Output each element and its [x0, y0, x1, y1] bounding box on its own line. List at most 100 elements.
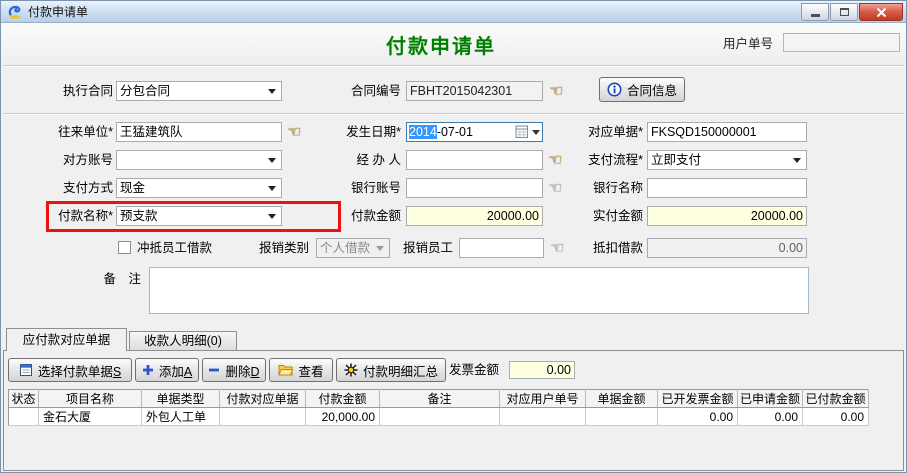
- column-header[interactable]: 单据金额: [586, 390, 658, 408]
- partner-field[interactable]: 王猛建筑队: [116, 122, 282, 142]
- reimburse-emp-field[interactable]: [459, 238, 544, 258]
- notepad-icon: [19, 363, 33, 377]
- bank-account-field[interactable]: [406, 178, 543, 198]
- folder-icon: [278, 364, 293, 376]
- reimburse-emp-label: 报销员工: [401, 238, 453, 258]
- reimburse-type-label: 报销类别: [241, 238, 309, 258]
- minus-icon: [208, 364, 220, 376]
- window-title: 付款申请单: [28, 3, 88, 20]
- handler-field[interactable]: [406, 150, 543, 170]
- actual-amount-label: 实付金额: [573, 206, 643, 226]
- ref-doc-field[interactable]: FKSQD150000001: [647, 122, 807, 142]
- chevron-down-icon: [268, 214, 276, 219]
- column-header[interactable]: 备注: [380, 390, 500, 408]
- column-header[interactable]: 状态: [9, 390, 39, 408]
- pay-method-value: 现金: [120, 181, 145, 195]
- button-label: 删除D: [225, 361, 259, 380]
- partner-account-select[interactable]: [116, 150, 282, 170]
- date-label: 发生日期*: [319, 122, 401, 142]
- date-year-selected: 2014: [409, 125, 437, 139]
- contract-no-field[interactable]: FBHT2015042301: [406, 81, 543, 101]
- handler-label: 经 办 人: [319, 150, 401, 170]
- pay-method-select[interactable]: 现金: [116, 178, 282, 198]
- page-title: 付款申请单: [301, 30, 581, 59]
- remark-label: 备 注: [41, 269, 141, 289]
- pay-name-label: 付款名称*: [19, 206, 113, 226]
- ref-doc-label: 对应单据*: [573, 122, 643, 142]
- tab-payee-detail[interactable]: 收款人明细(0): [129, 331, 237, 351]
- chevron-down-icon: [268, 186, 276, 191]
- deduct-loan-field: 0.00: [647, 238, 807, 258]
- separator: [3, 113, 904, 115]
- pay-flow-value: 立即支付: [651, 153, 701, 167]
- remark-textarea[interactable]: [149, 267, 809, 314]
- picker-hand-icon[interactable]: ☜: [287, 123, 305, 143]
- form-body: 付款申请单 用户单号 执行合同 分包合同 合同编号 FBHT2015042301…: [1, 23, 906, 473]
- chevron-down-icon: [793, 158, 801, 163]
- add-button[interactable]: 添加A: [135, 358, 199, 382]
- invoice-amount-field: 0.00: [509, 361, 575, 379]
- column-header[interactable]: 已开发票金额: [658, 390, 738, 408]
- exec-contract-label: 执行合同: [19, 81, 113, 101]
- close-button[interactable]: [859, 3, 903, 21]
- maximize-icon: [840, 8, 849, 16]
- tab-payable-docs[interactable]: 应付款对应单据: [6, 328, 127, 351]
- view-button[interactable]: 查看: [269, 358, 333, 382]
- info-icon: [607, 82, 622, 97]
- select-payment-docs-button[interactable]: 选择付款单据S: [8, 358, 132, 382]
- pay-amount-field[interactable]: 20000.00: [406, 206, 543, 226]
- contract-no-label: 合同编号: [319, 81, 401, 101]
- button-label: 选择付款单据S: [38, 361, 121, 380]
- pay-name-select[interactable]: 预支款: [116, 206, 282, 226]
- partner-account-label: 对方账号: [19, 150, 113, 170]
- user-order-no-field[interactable]: [783, 33, 900, 52]
- close-icon: [876, 7, 887, 18]
- bank-account-label: 银行账号: [319, 178, 401, 198]
- column-header[interactable]: 已付款金额: [803, 390, 869, 408]
- title-bar: 付款申请单: [1, 1, 906, 23]
- wheel-icon: [344, 363, 358, 377]
- pay-name-value: 预支款: [120, 209, 158, 223]
- grid-cell: 0.00: [658, 408, 738, 426]
- grid-cell: [586, 408, 658, 426]
- contract-info-button[interactable]: 合同信息: [599, 77, 685, 102]
- chevron-down-icon: [376, 246, 384, 251]
- button-label: 付款明细汇总: [363, 361, 438, 380]
- column-header[interactable]: 付款金额: [306, 390, 380, 408]
- chevron-down-icon: [268, 89, 276, 94]
- payment-detail-summary-button[interactable]: 付款明细汇总: [336, 358, 446, 382]
- pay-flow-select[interactable]: 立即支付: [647, 150, 807, 170]
- separator: [3, 65, 904, 67]
- bank-name-field[interactable]: [647, 178, 807, 198]
- user-order-no-label: 用户单号: [723, 34, 779, 54]
- exec-contract-value: 分包合同: [120, 84, 170, 98]
- reimburse-type-select: 个人借款: [316, 238, 390, 258]
- column-header[interactable]: 已申请金额: [738, 390, 803, 408]
- column-header[interactable]: 付款对应单据: [220, 390, 306, 408]
- plus-icon: [142, 364, 154, 376]
- date-rest: -07-01: [437, 125, 473, 139]
- maximize-button[interactable]: [830, 3, 858, 21]
- minimize-icon: [811, 14, 820, 17]
- column-header[interactable]: 对应用户单号: [500, 390, 586, 408]
- exec-contract-select[interactable]: 分包合同: [116, 81, 282, 101]
- date-field[interactable]: 2014-07-01: [406, 122, 543, 142]
- picker-hand-icon[interactable]: ☜: [549, 82, 567, 102]
- reimburse-type-value: 个人借款: [320, 241, 370, 255]
- column-header[interactable]: 项目名称: [39, 390, 142, 408]
- calendar-icon[interactable]: [515, 125, 540, 139]
- picker-hand-icon[interactable]: ☜: [548, 151, 566, 171]
- minimize-button[interactable]: [801, 3, 829, 21]
- actual-amount-field[interactable]: 20000.00: [647, 206, 807, 226]
- delete-button[interactable]: 删除D: [202, 358, 266, 382]
- deduct-loan-label: 抵扣借款: [573, 238, 643, 258]
- grid-cell: 0.00: [738, 408, 803, 426]
- grid-cell: 外包人工单: [142, 408, 220, 426]
- grid-row[interactable]: 金石大厦外包人工单20,000.000.000.000.00: [9, 408, 869, 426]
- column-header[interactable]: 单据类型: [142, 390, 220, 408]
- offset-loan-checkbox[interactable]: [118, 241, 131, 254]
- pay-amount-label: 付款金额: [319, 206, 401, 226]
- picker-hand-icon-disabled: ☜: [548, 179, 566, 199]
- window: 付款申请单 付款申请单 用户单号 执行合同 分包合同 合同编号 FBHT2015…: [0, 0, 907, 473]
- button-label: 查看: [298, 361, 323, 380]
